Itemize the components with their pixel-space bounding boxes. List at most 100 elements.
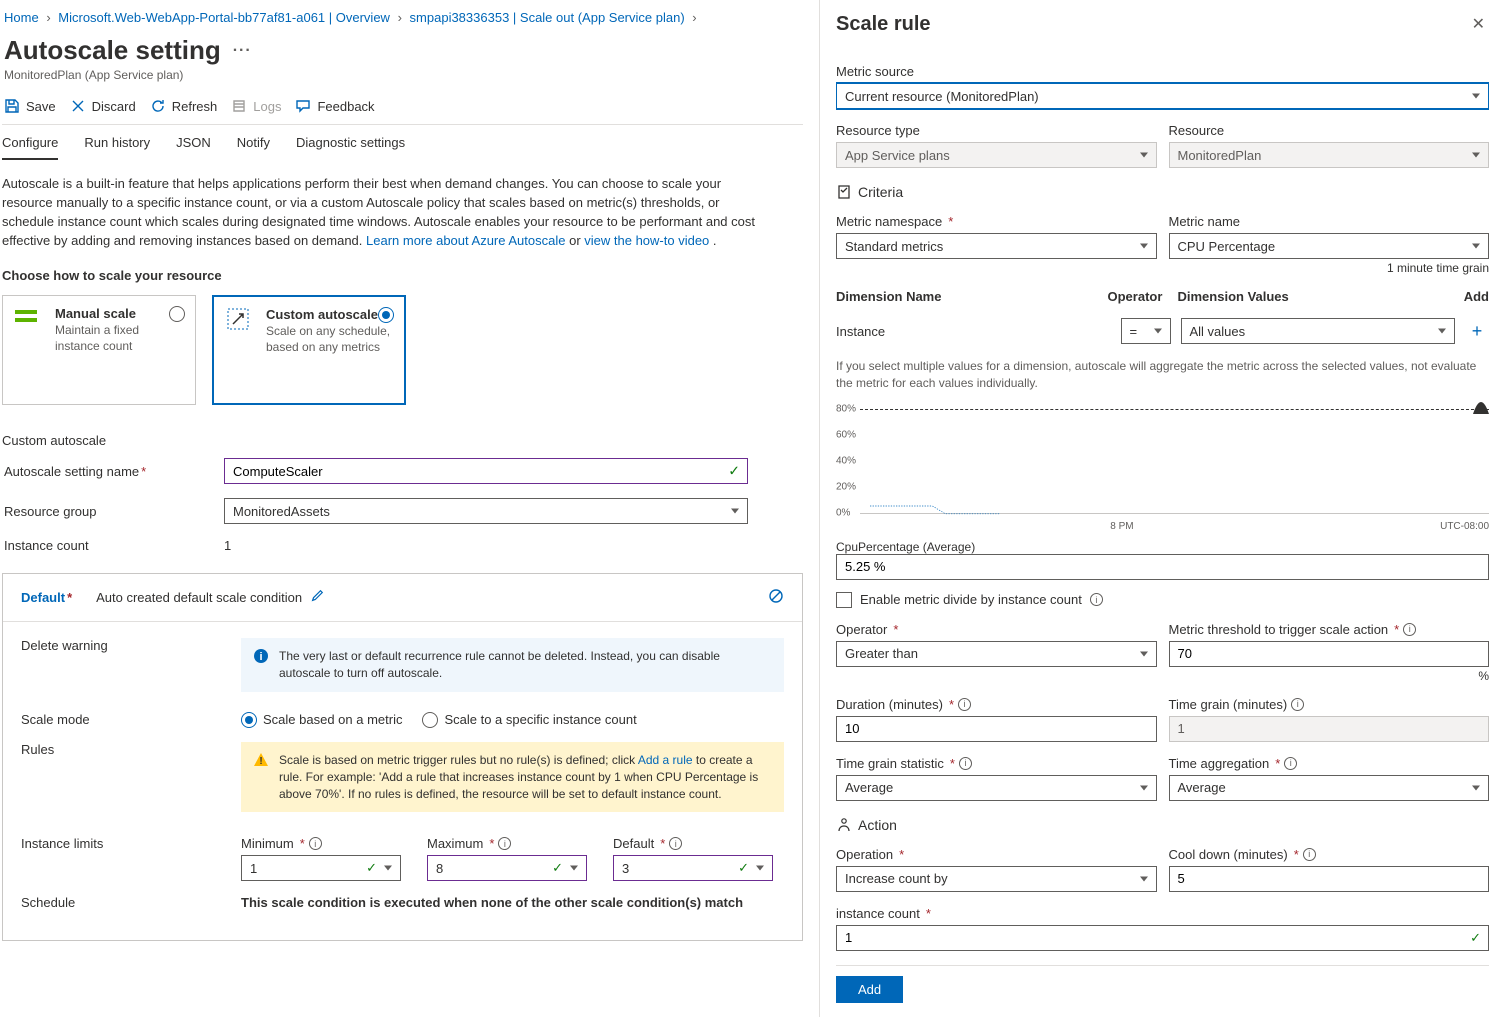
howto-video-link[interactable]: view the how-to video (584, 233, 709, 248)
manual-scale-sub: Maintain a fixed instance count (55, 323, 183, 354)
time-grain-note: 1 minute time grain (836, 261, 1489, 275)
cooldown-input[interactable] (1169, 866, 1490, 892)
close-icon[interactable]: ✕ (1468, 10, 1489, 38)
tab-json[interactable]: JSON (176, 135, 211, 160)
description: Autoscale is a built-in feature that hel… (2, 175, 762, 250)
metric-source-select[interactable]: Current resource (MonitoredPlan) (836, 83, 1489, 109)
metric-chart: 80% 60% 40% 20% 0% 8 PM UTC-08:00 (836, 402, 1489, 532)
manual-scale-title: Manual scale (55, 306, 183, 321)
dimension-operator-select[interactable]: = (1121, 318, 1171, 344)
condition-name: Default* (21, 590, 72, 605)
time-aggregation-select[interactable]: Average (1169, 775, 1490, 801)
info-icon[interactable]: i (959, 757, 972, 770)
valid-check-icon: ✓ (728, 463, 740, 480)
learn-more-link[interactable]: Learn more about Azure Autoscale (366, 233, 565, 248)
more-menu-icon[interactable]: ··· (233, 42, 252, 60)
criteria-icon (836, 184, 852, 200)
info-icon[interactable]: i (958, 698, 971, 711)
tab-diagnostic[interactable]: Diagnostic settings (296, 135, 405, 160)
scale-condition-card: Default* Auto created default scale cond… (2, 573, 803, 941)
info-icon: i (253, 648, 269, 664)
scale-mode-label: Scale mode (21, 712, 241, 727)
refresh-icon (150, 98, 166, 114)
resource-group-select[interactable]: MonitoredAssets (224, 498, 748, 524)
info-icon[interactable]: i (1403, 623, 1416, 636)
rules-label: Rules (21, 742, 241, 757)
tab-notify[interactable]: Notify (237, 135, 270, 160)
add-button[interactable]: Add (836, 976, 903, 1003)
svg-text:!: ! (259, 756, 262, 767)
disable-condition-icon[interactable] (768, 588, 784, 607)
instance-limits-label: Instance limits (21, 836, 241, 851)
tab-configure[interactable]: Configure (2, 135, 58, 160)
time-grain-input (1169, 716, 1490, 742)
info-icon[interactable]: i (669, 837, 682, 850)
instance-count-input[interactable] (836, 925, 1489, 951)
operation-select[interactable]: Increase count by (836, 866, 1157, 892)
save-icon (4, 98, 20, 114)
metric-value-input[interactable] (836, 554, 1489, 580)
page-title: Autoscale setting (4, 35, 221, 66)
breadcrumb-2[interactable]: smpapi38336353 | Scale out (App Service … (410, 10, 685, 25)
operator-select[interactable]: Greater than (836, 641, 1157, 667)
edit-condition-icon[interactable] (310, 589, 324, 606)
action-icon (836, 817, 852, 833)
scale-specific-radio[interactable]: Scale to a specific instance count (422, 712, 636, 728)
add-dimension-icon[interactable]: + (1465, 321, 1489, 342)
manual-scale-card[interactable]: Manual scale Maintain a fixed instance c… (2, 295, 196, 405)
threshold-input[interactable] (1169, 641, 1490, 667)
resource-select: MonitoredPlan (1169, 142, 1490, 168)
dimension-values-select[interactable]: All values (1181, 318, 1456, 344)
info-icon[interactable]: i (1090, 593, 1103, 606)
logs-icon (231, 98, 247, 114)
custom-autoscale-card[interactable]: Custom autoscale Scale on any schedule, … (212, 295, 406, 405)
custom-autoscale-icon (226, 307, 256, 336)
maximum-input[interactable]: 8 (427, 855, 587, 881)
save-button[interactable]: Save (4, 98, 56, 114)
scale-metric-radio[interactable]: Scale based on a metric (241, 712, 402, 728)
minimum-input[interactable]: 1 (241, 855, 401, 881)
default-input[interactable]: 3 (613, 855, 773, 881)
metric-name-select[interactable]: CPU Percentage (1169, 233, 1490, 259)
time-grain-statistic-select[interactable]: Average (836, 775, 1157, 801)
metric-namespace-select[interactable]: Standard metrics (836, 233, 1157, 259)
valid-check-icon: ✓ (738, 860, 749, 876)
autoscale-name-input[interactable] (224, 458, 748, 484)
breadcrumb-home[interactable]: Home (4, 10, 39, 25)
dimension-name: Instance (836, 324, 1111, 339)
breadcrumb-1[interactable]: Microsoft.Web-WebApp-Portal-bb77af81-a06… (58, 10, 390, 25)
resource-type-label: Resource type (836, 123, 1157, 138)
info-icon[interactable]: i (309, 837, 322, 850)
tab-run-history[interactable]: Run history (84, 135, 150, 160)
info-icon[interactable]: i (498, 837, 511, 850)
delete-warning-box: i The very last or default recurrence ru… (241, 638, 784, 692)
instance-count-value: 1 (224, 538, 231, 553)
discard-button[interactable]: Discard (70, 98, 136, 114)
logs-button: Logs (231, 98, 281, 114)
schedule-label: Schedule (21, 895, 241, 910)
resource-label: Resource (1169, 123, 1490, 138)
toolbar: Save Discard Refresh Logs Feedback (2, 96, 803, 125)
metric-avg-label: CpuPercentage (Average) (836, 540, 1489, 554)
feedback-button[interactable]: Feedback (295, 98, 374, 114)
choose-scale-label: Choose how to scale your resource (2, 268, 803, 283)
autoscale-name-label: Autoscale setting name* (4, 464, 224, 479)
valid-check-icon: ✓ (1470, 930, 1481, 946)
schedule-note: This scale condition is executed when no… (241, 895, 743, 910)
add-rule-link[interactable]: Add a rule (638, 753, 693, 767)
refresh-button[interactable]: Refresh (150, 98, 218, 114)
info-icon[interactable]: i (1291, 698, 1304, 711)
custom-autoscale-header: Custom autoscale (2, 433, 803, 448)
info-icon[interactable]: i (1284, 757, 1297, 770)
warning-icon: ! (253, 752, 269, 768)
info-icon[interactable]: i (1303, 848, 1316, 861)
metric-source-label: Metric source (836, 64, 1489, 79)
scale-rule-panel: Scale rule ✕ Metric source Current resou… (819, 0, 1505, 1017)
divide-checkbox[interactable] (836, 592, 852, 608)
page-subtitle: MonitoredPlan (App Service plan) (4, 68, 803, 82)
duration-input[interactable] (836, 716, 1157, 742)
valid-check-icon: ✓ (552, 860, 563, 876)
delete-warning-label: Delete warning (21, 638, 241, 653)
condition-subtitle: Auto created default scale condition (96, 590, 302, 605)
resource-type-select: App Service plans (836, 142, 1157, 168)
